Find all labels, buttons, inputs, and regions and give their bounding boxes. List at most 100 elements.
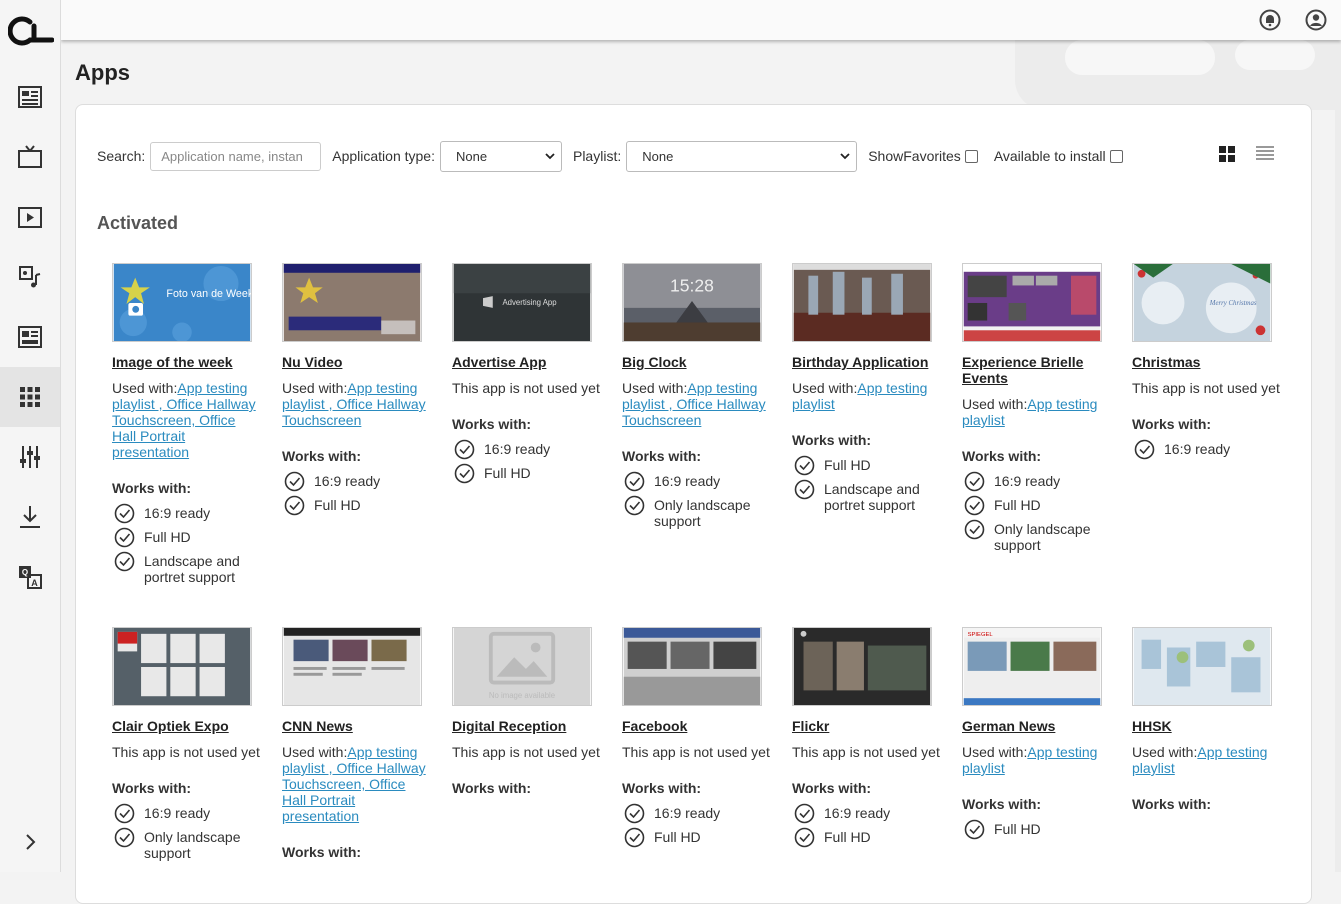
available-to-install-checkbox[interactable] — [1109, 149, 1123, 163]
notifications-icon[interactable] — [1259, 9, 1281, 31]
thumbnail-text: 15:28 — [670, 275, 714, 295]
check-circle-icon — [624, 827, 645, 848]
show-favorites-checkbox[interactable] — [964, 149, 978, 163]
feature-label: Full HD — [144, 529, 191, 545]
app-card: Flickr This app is not used yet Works with… — [792, 627, 942, 848]
app-thumbnail[interactable] — [962, 263, 1102, 342]
app-thumbnail[interactable] — [1132, 627, 1272, 706]
available-to-install-label: Available to install — [993, 148, 1106, 164]
feature-label: Landscape and portret support — [824, 481, 920, 513]
nav-screens[interactable] — [0, 127, 60, 187]
app-name-link[interactable]: Clair Optiek Expo — [112, 718, 262, 734]
app-thumbnail[interactable]: SPIEGEL — [962, 627, 1102, 706]
feature-item: 16:9 ready — [962, 471, 1112, 492]
app-name-link[interactable]: CNN News — [282, 718, 432, 734]
nav-settings[interactable] — [0, 427, 60, 487]
check-circle-icon — [624, 495, 645, 516]
feature-label: Only landscape support — [654, 497, 751, 529]
app-card: 15:28 Big Clock Used with:App testing play… — [622, 263, 772, 529]
apps-grid-icon — [20, 387, 40, 407]
video-icon — [18, 207, 42, 228]
app-thumbnail[interactable]: 15:28 — [622, 263, 762, 342]
app-name-link[interactable]: German News — [962, 718, 1112, 734]
app-thumbnail[interactable]: Foto van de Week — [112, 263, 252, 342]
app-name-link[interactable]: Flickr — [792, 718, 942, 734]
not-used-text: This app is not used yet — [1132, 380, 1280, 396]
app-name-link[interactable]: Big Clock — [622, 354, 772, 370]
tv-icon — [18, 145, 42, 168]
expand-sidebar-button[interactable] — [0, 812, 60, 872]
works-with-title: Works with: — [792, 780, 872, 796]
nav-videos[interactable] — [0, 187, 60, 247]
check-circle-icon — [114, 827, 135, 848]
feature-item: Only landscape support — [962, 519, 1112, 553]
app-name-link[interactable]: Birthday Application — [792, 354, 942, 370]
used-with-label: Used with: — [792, 380, 858, 396]
feature-item: 16:9 ready — [282, 471, 432, 492]
feature-item: 16:9 ready — [112, 803, 262, 824]
app-name-link[interactable]: HHSK — [1132, 718, 1282, 734]
app-thumbnail[interactable]: No image available — [452, 627, 592, 706]
app-name-link[interactable]: Facebook — [622, 718, 772, 734]
used-with-label: Used with: — [962, 744, 1028, 760]
nav-translations[interactable]: AQ — [0, 547, 60, 607]
scrollbar[interactable] — [1335, 0, 1341, 872]
app-name-link[interactable]: Advertise App — [452, 354, 602, 370]
user-account-icon[interactable] — [1305, 9, 1327, 31]
works-with-title: Works with: — [1132, 416, 1212, 432]
nav-news[interactable] — [0, 67, 60, 127]
nav-apps[interactable] — [0, 367, 60, 427]
nav-download[interactable] — [0, 487, 60, 547]
check-circle-icon — [454, 463, 475, 484]
feature-item: 16:9 ready — [792, 803, 942, 824]
used-with: Used with:App testing playlist — [1132, 744, 1282, 776]
feature-item: Full HD — [622, 827, 772, 848]
app-thumbnail[interactable]: Merry Christmas — [1132, 263, 1272, 342]
used-with: Used with:App testing playlist , Office … — [282, 744, 432, 824]
not-used-text: This app is not used yet — [452, 380, 600, 396]
app-thumbnail[interactable] — [282, 263, 422, 342]
feature-label: Landscape and portret support — [144, 553, 240, 585]
grid-view-icon[interactable] — [1218, 145, 1236, 163]
nav-media[interactable] — [0, 247, 60, 307]
playlist-select[interactable]: None — [626, 140, 858, 172]
app-thumbnail[interactable] — [792, 627, 932, 706]
app-name-link[interactable]: Nu Video — [282, 354, 432, 370]
app-card: Birthday Application Used with:App testin… — [792, 263, 942, 513]
used-with-label: Used with: — [282, 380, 348, 396]
used-with: Used with:App testing playlist — [962, 396, 1112, 428]
used-with-label: Used with: — [962, 396, 1028, 412]
nav-layouts[interactable] — [0, 307, 60, 367]
app-type-select[interactable]: None — [439, 140, 562, 172]
list-view-icon[interactable] — [1256, 145, 1274, 163]
used-with-label: Used with: — [622, 380, 688, 396]
layout-icon — [18, 326, 42, 348]
app-thumbnail[interactable] — [792, 263, 932, 342]
feature-label: 16:9 ready — [824, 805, 891, 821]
app-name-link[interactable]: Digital Reception — [452, 718, 602, 734]
sliders-icon — [20, 446, 40, 468]
feature-item: Full HD — [962, 819, 1112, 840]
thumbnail-text: Merry Christmas — [1209, 300, 1257, 307]
app-card: Facebook This app is not used yet Works wi… — [622, 627, 772, 848]
app-thumbnail[interactable] — [622, 627, 762, 706]
check-circle-icon — [624, 471, 645, 492]
check-circle-icon — [114, 527, 135, 548]
check-circle-icon — [454, 439, 475, 460]
app-thumbnail[interactable]: Advertising App — [452, 263, 592, 342]
show-favorites-label: ShowFavorites — [868, 148, 961, 164]
main-content: Apps Search: Application type: None Play… — [61, 40, 1335, 904]
used-with: Used with:App testing playlist , Office … — [282, 380, 432, 428]
app-name-link[interactable]: Christmas — [1132, 354, 1282, 370]
app-thumbnail[interactable] — [112, 627, 252, 706]
app-thumbnail[interactable] — [282, 627, 422, 706]
feature-item: Only landscape support — [112, 827, 262, 861]
app-name-link[interactable]: Experience Brielle Events — [962, 354, 1112, 386]
app-card: SPIEGEL German News Used with:App testing … — [962, 627, 1112, 840]
app-name-link[interactable]: Image of the week — [112, 354, 262, 370]
logo[interactable] — [8, 14, 54, 46]
search-label: Search: — [97, 148, 146, 164]
app-card: Advertising App Advertise App This app is … — [452, 263, 602, 484]
search-input[interactable] — [150, 141, 322, 171]
feature-item: Full HD — [282, 495, 432, 516]
